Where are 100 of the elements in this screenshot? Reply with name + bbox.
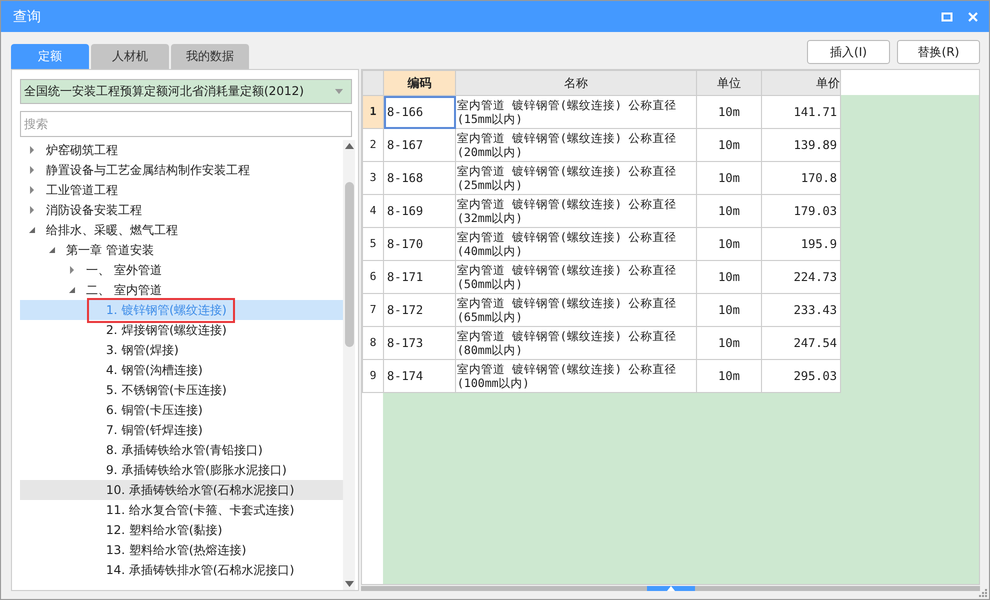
table-cell: 10m: [696, 128, 762, 162]
row-number[interactable]: 7: [362, 294, 384, 326]
row-number[interactable]: 6: [362, 260, 384, 294]
tree-row[interactable]: 12. 塑料给水管(黏接): [20, 520, 343, 540]
table-cell: 8-166: [384, 96, 456, 128]
tree-row[interactable]: 7. 铜管(钎焊连接): [20, 420, 343, 440]
tree-item[interactable]: 静置设备与工艺金属结构制作安装工程: [46, 162, 250, 178]
table-cell: 室内管道 镀锌钢管(螺纹连接) 公称直径(20mm以内): [456, 128, 696, 162]
tab[interactable]: 我的数据: [171, 44, 249, 69]
tree-row[interactable]: 5. 不锈钢管(卡压连接): [20, 380, 343, 400]
row-number[interactable]: 2: [362, 128, 384, 162]
dropdown-value: 全国统一安装工程预算定额河北省消耗量定额(2012): [24, 83, 304, 100]
table-cell: 10m: [696, 260, 762, 294]
tree-item[interactable]: 5. 不锈钢管(卡压连接): [106, 382, 227, 398]
collapse-triangle-icon[interactable]: [28, 226, 36, 234]
close-icon[interactable]: [967, 10, 979, 22]
table-cell: 10m: [696, 228, 762, 260]
tree-row[interactable]: 8. 承插铸铁给水管(青铅接口): [20, 440, 343, 460]
tree-item[interactable]: 2. 焊接钢管(螺纹连接): [106, 322, 227, 338]
resize-grip-icon[interactable]: [979, 589, 987, 597]
tree-row[interactable]: 9. 承插铸铁给水管(膨胀水泥接口): [20, 460, 343, 480]
tree-item[interactable]: 12. 塑料给水管(黏接): [106, 522, 222, 538]
library-dropdown[interactable]: 全国统一安装工程预算定额河北省消耗量定额(2012): [20, 79, 352, 104]
table-cell: 10m: [696, 326, 762, 360]
table-cell: 8-171: [384, 260, 456, 294]
tree-item[interactable]: 第一章 管道安装: [66, 242, 154, 258]
table-cell: 室内管道 镀锌钢管(螺纹连接) 公称直径(50mm以内): [456, 260, 696, 294]
tree-item[interactable]: 10. 承插铸铁给水管(石棉水泥接口): [106, 482, 294, 498]
tree-row[interactable]: 2. 焊接钢管(螺纹连接): [20, 320, 343, 340]
row-number[interactable]: 4: [362, 194, 384, 228]
tree-item[interactable]: 4. 钢管(沟槽连接): [106, 362, 203, 378]
table-cell: 8-170: [384, 228, 456, 260]
tree-item[interactable]: 9. 承插铸铁给水管(膨胀水泥接口): [106, 462, 287, 478]
tree-row[interactable]: 工业管道工程: [20, 180, 343, 200]
table-cell: 10m: [696, 294, 762, 326]
tree-item[interactable]: 14. 承插铸铁排水管(石棉水泥接口): [106, 562, 294, 578]
table-cell: 8-167: [384, 128, 456, 162]
row-number[interactable]: 3: [362, 162, 384, 194]
tree-row[interactable]: 炉窑砌筑工程: [20, 140, 343, 160]
tree-row[interactable]: 静置设备与工艺金属结构制作安装工程: [20, 160, 343, 180]
tree-row[interactable]: 3. 钢管(焊接): [20, 340, 343, 360]
tree-row[interactable]: 4. 钢管(沟槽连接): [20, 360, 343, 380]
row-number[interactable]: 8: [362, 326, 384, 360]
replace-button[interactable]: 替换(R): [897, 40, 980, 64]
expand-triangle-icon[interactable]: [28, 146, 36, 154]
scroll-down-icon[interactable]: [344, 581, 354, 587]
tab[interactable]: 人材机: [91, 44, 169, 69]
tree-row[interactable]: 第一章 管道安装: [20, 240, 343, 260]
table-cell: 室内管道 镀锌钢管(螺纹连接) 公称直径(15mm以内): [456, 96, 696, 128]
vertical-scrollbar[interactable]: [343, 140, 355, 590]
tree-item[interactable]: 3. 钢管(焊接): [106, 342, 179, 358]
collapse-triangle-icon[interactable]: [68, 286, 76, 294]
scroll-thumb[interactable]: [344, 182, 354, 347]
column-header[interactable]: 单位: [696, 70, 762, 96]
tree-item[interactable]: 炉窑砌筑工程: [46, 142, 118, 158]
table-cell: 室内管道 镀锌钢管(螺纹连接) 公称直径(80mm以内): [456, 326, 696, 360]
tree-item[interactable]: 8. 承插铸铁给水管(青铅接口): [106, 442, 263, 458]
tree-item[interactable]: 11. 给水复合管(卡箍、卡套式连接): [106, 502, 294, 518]
splitter-handle[interactable]: [646, 586, 694, 591]
tree-row[interactable]: 14. 承插铸铁排水管(石棉水泥接口): [20, 560, 343, 580]
tree-item[interactable]: 一、 室外管道: [86, 262, 162, 278]
tree-item[interactable]: 13. 塑料给水管(热熔连接): [106, 542, 246, 558]
window-title: 查询: [13, 8, 41, 26]
expand-triangle-icon[interactable]: [28, 206, 36, 214]
table-cell: 10m: [696, 162, 762, 194]
table-cell: 10m: [696, 96, 762, 128]
search-field[interactable]: 搜索: [20, 111, 352, 137]
tree-item[interactable]: 工业管道工程: [46, 182, 118, 198]
table-cell: 8-173: [384, 326, 456, 360]
tree-row[interactable]: 10. 承插铸铁给水管(石棉水泥接口): [20, 480, 343, 500]
row-number[interactable]: 5: [362, 228, 384, 260]
collapse-triangle-icon[interactable]: [48, 246, 56, 254]
tree-item[interactable]: 消防设备安装工程: [46, 202, 142, 218]
tree-item[interactable]: 6. 铜管(卡压连接): [106, 402, 203, 418]
tree-row[interactable]: 11. 给水复合管(卡箍、卡套式连接): [20, 500, 343, 520]
table-cell: 室内管道 镀锌钢管(螺纹连接) 公称直径(25mm以内): [456, 162, 696, 194]
maximize-icon[interactable]: [941, 10, 953, 22]
table-cell: 室内管道 镀锌钢管(螺纹连接) 公称直径(65mm以内): [456, 294, 696, 326]
tree-row[interactable]: 给排水、采暖、燃气工程: [20, 220, 343, 240]
column-header[interactable]: 名称: [456, 70, 696, 96]
table-cell: 8-169: [384, 194, 456, 228]
column-header[interactable]: 单价: [762, 70, 840, 96]
tree-row[interactable]: 6. 铜管(卡压连接): [20, 400, 343, 420]
insert-button[interactable]: 插入(I): [807, 40, 890, 64]
expand-triangle-icon[interactable]: [68, 266, 76, 274]
tree-row[interactable]: 消防设备安装工程: [20, 200, 343, 220]
table-cell: 室内管道 镀锌钢管(螺纹连接) 公称直径(32mm以内): [456, 194, 696, 228]
scroll-up-icon[interactable]: [344, 143, 354, 149]
tree-row[interactable]: 一、 室外管道: [20, 260, 343, 280]
tree-row[interactable]: 二、 室内管道: [20, 280, 343, 300]
row-number[interactable]: 1: [362, 96, 384, 128]
caret-icon: [335, 89, 343, 94]
expand-triangle-icon[interactable]: [28, 166, 36, 174]
tree-item[interactable]: 给排水、采暖、燃气工程: [46, 222, 178, 238]
tree-item[interactable]: 二、 室内管道: [86, 282, 162, 298]
column-header[interactable]: 编码: [384, 70, 456, 96]
table-cell: 8-172: [384, 294, 456, 326]
tree-row[interactable]: 13. 塑料给水管(热熔连接): [20, 540, 343, 560]
tree-item[interactable]: 7. 铜管(钎焊连接): [106, 422, 203, 438]
expand-triangle-icon[interactable]: [28, 186, 36, 194]
